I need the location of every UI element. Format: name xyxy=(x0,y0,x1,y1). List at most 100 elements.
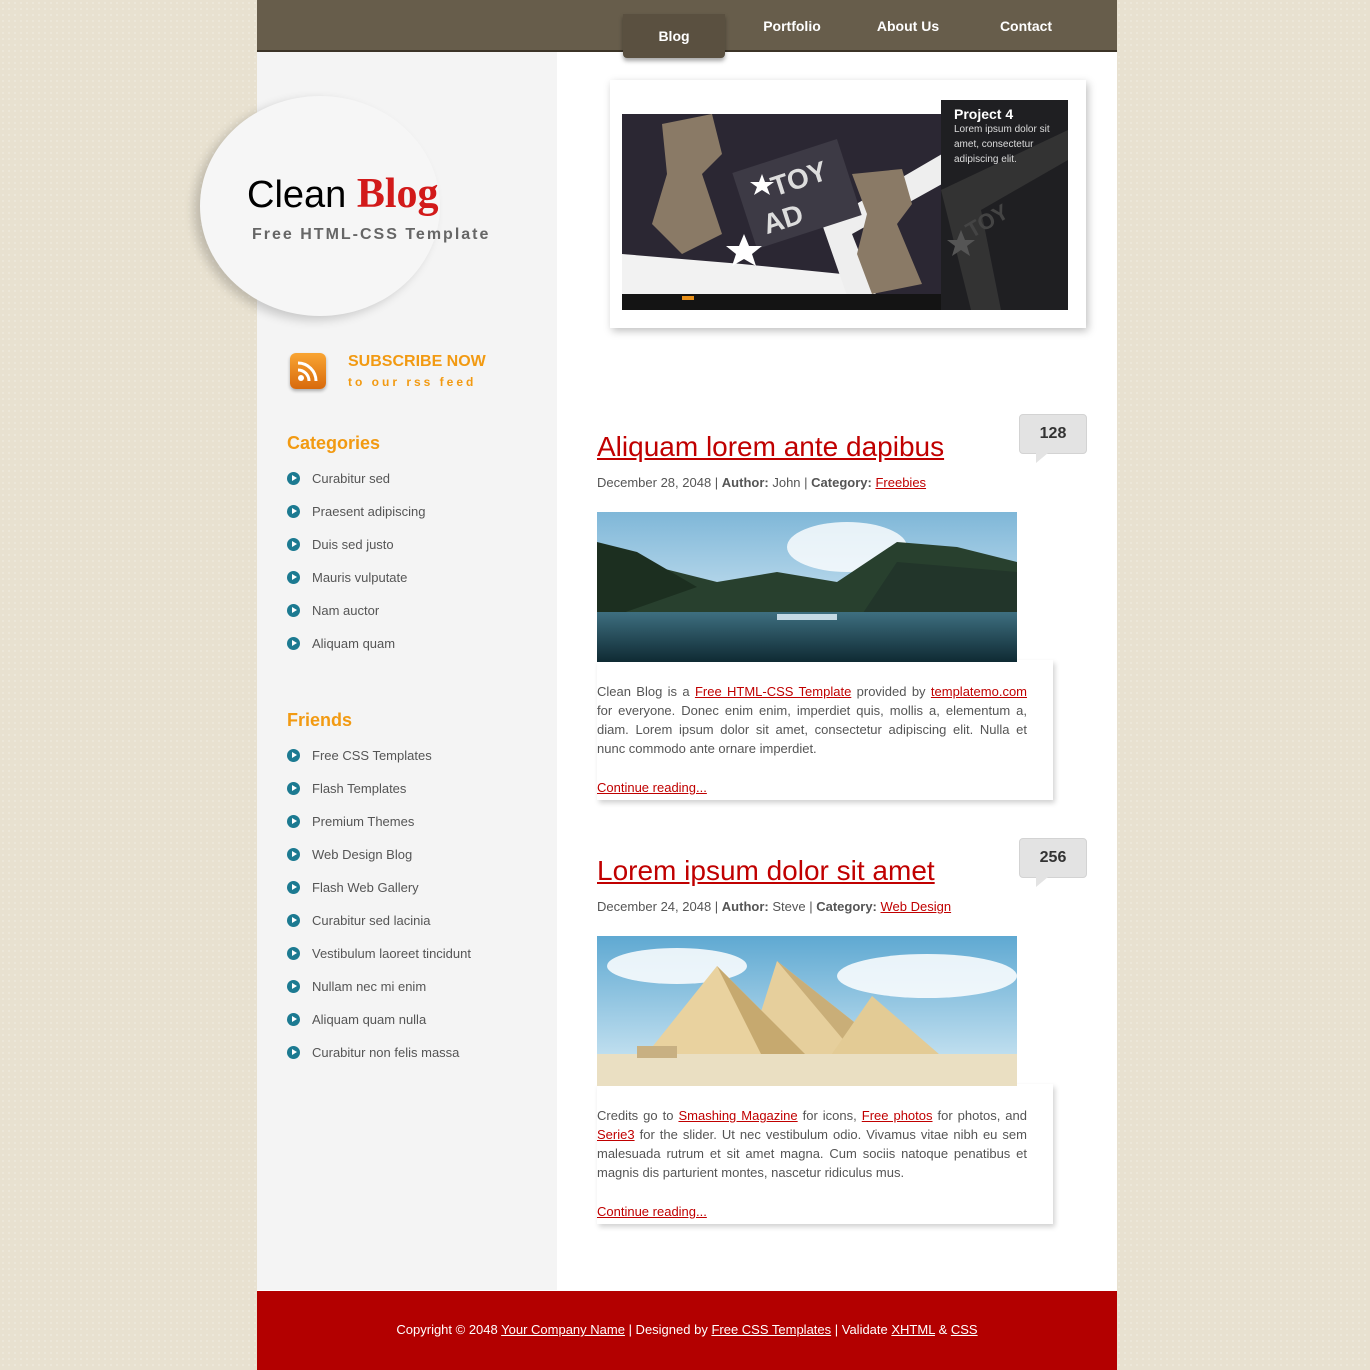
nav-portfolio[interactable]: Portfolio xyxy=(746,0,838,52)
category-item[interactable]: Mauris vulputate xyxy=(287,569,425,602)
friend-item[interactable]: Vestibulum laoreet tincidunt xyxy=(287,945,471,978)
site-title-clean: Clean xyxy=(247,174,347,216)
footer-xhtml-link[interactable]: XHTML xyxy=(891,1322,935,1337)
site-title[interactable]: Clean Blog xyxy=(247,170,439,218)
category-item[interactable]: Duis sed justo xyxy=(287,536,425,569)
excerpt-link[interactable]: Free photos xyxy=(862,1108,933,1123)
friend-item[interactable]: Web Design Blog xyxy=(287,846,471,879)
post-excerpt: Clean Blog is a Free HTML-CSS Template p… xyxy=(597,682,1027,758)
category-item[interactable]: Nam auctor xyxy=(287,602,425,635)
play-bullet-icon xyxy=(287,782,300,795)
friend-label: Premium Themes xyxy=(312,814,415,829)
play-bullet-icon xyxy=(287,1013,300,1026)
category-label: Aliquam quam xyxy=(312,636,396,651)
friend-item[interactable]: Curabitur non felis massa xyxy=(287,1044,471,1077)
category-item[interactable]: Praesent adipiscing xyxy=(287,503,425,536)
friend-label: Free CSS Templates xyxy=(312,748,432,763)
site-title-blog: Blog xyxy=(356,171,439,217)
play-bullet-icon xyxy=(287,881,300,894)
friend-label: Flash Templates xyxy=(312,781,407,796)
excerpt-text: provided by xyxy=(851,684,931,699)
post-category-link[interactable]: Web Design xyxy=(881,899,952,914)
post-meta: December 28, 2048 | Author: John | Categ… xyxy=(597,475,926,490)
friends-list: Free CSS Templates Flash Templates Premi… xyxy=(287,747,471,1077)
play-bullet-icon xyxy=(287,637,300,650)
meta-separator: | xyxy=(711,475,722,490)
footer-text: Copyright © 2048 Your Company Name | Des… xyxy=(257,1322,1117,1337)
post-category-link[interactable]: Freebies xyxy=(875,475,926,490)
post-image-pyramids xyxy=(597,936,1017,1086)
excerpt-text: for everyone. Donec enim enim, imperdiet… xyxy=(597,703,1027,756)
comment-count-badge[interactable]: 256 xyxy=(1019,838,1087,887)
friend-item[interactable]: Premium Themes xyxy=(287,813,471,846)
category-label: Curabitur sed xyxy=(312,471,391,486)
friends-heading: Friends xyxy=(287,710,353,730)
banner-caption-title: Project 4 xyxy=(954,106,1014,122)
footer-company-link[interactable]: Your Company Name xyxy=(501,1322,625,1337)
friend-item[interactable]: Flash Templates xyxy=(287,780,471,813)
excerpt-link[interactable]: Free HTML-CSS Template xyxy=(695,684,851,699)
meta-separator: | xyxy=(711,899,722,914)
category-label: Praesent adipiscing xyxy=(312,504,426,519)
friend-label: Aliquam quam nulla xyxy=(312,1012,427,1027)
continue-reading-link[interactable]: Continue reading... xyxy=(597,780,707,795)
play-bullet-icon xyxy=(287,914,300,927)
category-label: Duis sed justo xyxy=(312,537,394,552)
excerpt-link[interactable]: templatemo.com xyxy=(931,684,1027,699)
play-bullet-icon xyxy=(287,1046,300,1059)
post-date: December 24, 2048 xyxy=(597,899,712,914)
play-bullet-icon xyxy=(287,505,300,518)
excerpt-text: for icons, xyxy=(797,1108,862,1123)
rss-icon[interactable] xyxy=(290,353,326,389)
author-label: Author: xyxy=(721,899,769,914)
play-bullet-icon xyxy=(287,947,300,960)
category-label: Mauris vulputate xyxy=(312,570,408,585)
post-author: John xyxy=(768,475,801,490)
subscribe-subtitle: to our rss feed xyxy=(348,375,477,389)
footer: Copyright © 2048 Your Company Name | Des… xyxy=(257,1291,1117,1370)
play-bullet-icon xyxy=(287,848,300,861)
site-slogan: Free HTML-CSS Template xyxy=(252,226,491,243)
category-label: Category: xyxy=(811,475,872,490)
friend-item[interactable]: Nullam nec mi enim xyxy=(287,978,471,1011)
friend-label: Curabitur non felis massa xyxy=(312,1045,460,1060)
play-bullet-icon xyxy=(287,571,300,584)
footer-designer-link[interactable]: Free CSS Templates xyxy=(711,1322,831,1337)
friend-item[interactable]: Free CSS Templates xyxy=(287,747,471,780)
category-item[interactable]: Aliquam quam xyxy=(287,635,425,668)
banner-caption: TOY Project 4 Lorem ipsum dolor sit amet… xyxy=(941,100,1068,310)
footer-css-link[interactable]: CSS xyxy=(951,1322,978,1337)
category-item[interactable]: Curabitur sed xyxy=(287,470,425,503)
friend-item[interactable]: Aliquam quam nulla xyxy=(287,1011,471,1044)
post-image-landscape xyxy=(597,512,1017,662)
play-bullet-icon xyxy=(287,604,300,617)
post-title[interactable]: Lorem ipsum dolor sit amet xyxy=(597,855,935,887)
footer-validate: | Validate xyxy=(831,1322,892,1337)
continue-reading-link[interactable]: Continue reading... xyxy=(597,1204,707,1219)
post-title[interactable]: Aliquam lorem ante dapibus xyxy=(597,431,944,463)
footer-copyright: Copyright © 2048 xyxy=(396,1322,502,1337)
excerpt-link[interactable]: Serie3 xyxy=(597,1127,635,1142)
friend-item[interactable]: Flash Web Gallery xyxy=(287,879,471,912)
excerpt-text: Clean Blog is a xyxy=(597,684,695,699)
excerpt-link[interactable]: Smashing Magazine xyxy=(678,1108,797,1123)
friend-label: Vestibulum laoreet tincidunt xyxy=(312,946,471,961)
nav-contact[interactable]: Contact xyxy=(979,0,1073,52)
nav-blog[interactable]: Blog xyxy=(623,14,725,58)
meta-separator: | xyxy=(805,899,817,914)
banner-image: TOY AD xyxy=(622,114,942,310)
page-wrapper: Blog Portfolio About Us Contact Clean Bl… xyxy=(200,0,1117,1370)
friend-label: Curabitur sed lacinia xyxy=(312,913,431,928)
play-bullet-icon xyxy=(287,815,300,828)
banner-slider[interactable]: TOY AD TOY Project 4 Lorem ipsum dolor s… xyxy=(610,80,1086,328)
excerpt-text: Credits go to xyxy=(597,1108,679,1123)
nav-about-us[interactable]: About Us xyxy=(860,0,956,52)
subscribe-title[interactable]: SUBSCRIBE NOW xyxy=(348,353,486,371)
footer-designed-by: | Designed by xyxy=(624,1322,712,1337)
comment-count-badge[interactable]: 128 xyxy=(1019,414,1087,463)
play-bullet-icon xyxy=(287,980,300,993)
footer-amp: & xyxy=(934,1322,951,1337)
category-label: Nam auctor xyxy=(312,603,380,618)
post-excerpt: Credits go to Smashing Magazine for icon… xyxy=(597,1106,1027,1182)
friend-item[interactable]: Curabitur sed lacinia xyxy=(287,912,471,945)
